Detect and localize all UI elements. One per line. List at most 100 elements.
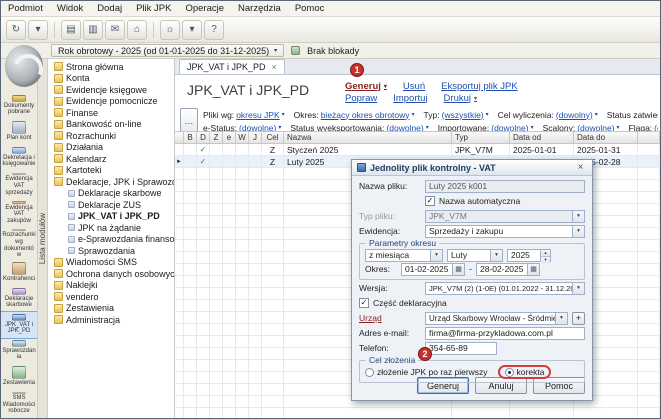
- column-header[interactable]: Nazwa: [284, 132, 452, 143]
- mail-icon[interactable]: ✉: [105, 20, 125, 40]
- delete-link[interactable]: Usuń: [403, 81, 425, 92]
- office-select[interactable]: Urząd Skarbowy Wrocław - Śródmieście ▾: [425, 312, 568, 325]
- module-item[interactable]: SMS Wiadomości robocze: [1, 390, 37, 418]
- refresh-icon[interactable]: ↻: [6, 20, 26, 40]
- tab-jpk[interactable]: JPK_VAT i JPK_PD ×: [179, 59, 285, 74]
- module-item[interactable]: Zestawienia: [1, 364, 37, 390]
- file-type-select[interactable]: JPK_V7M ▾: [425, 210, 585, 223]
- register-select[interactable]: Sprzedaży i zakupu ▾: [425, 225, 585, 238]
- auto-name-checkbox[interactable]: ✓: [425, 196, 435, 206]
- import-link[interactable]: Importuj: [393, 93, 427, 104]
- tree-item[interactable]: e-Sprawozdania finansowe: [48, 234, 174, 246]
- tree-item[interactable]: Bankowość on-line: [48, 119, 174, 131]
- column-header[interactable]: Z: [210, 132, 223, 143]
- tree-item[interactable]: Naklejki: [48, 280, 174, 292]
- export-link[interactable]: Eksportuj plik JPK: [441, 81, 518, 92]
- declaration-checkbox[interactable]: ✓: [359, 298, 369, 308]
- settings-dropdown-icon[interactable]: ▾: [182, 20, 202, 40]
- home-icon[interactable]: ⌂: [127, 20, 147, 40]
- dialog-titlebar[interactable]: Jednolity plik kontrolny - VAT ×: [352, 160, 592, 176]
- column-header[interactable]: B: [184, 132, 197, 143]
- nav-dropdown-icon[interactable]: ▾: [28, 20, 48, 40]
- help-icon[interactable]: ?: [204, 20, 224, 40]
- lock-status[interactable]: Brak blokady: [307, 46, 359, 56]
- file-name-input[interactable]: [425, 180, 585, 193]
- module-item[interactable]: Deklaracje skarbowe: [1, 286, 37, 312]
- tree-item[interactable]: Działania: [48, 142, 174, 154]
- add-office-button[interactable]: +: [572, 312, 585, 325]
- tree-item[interactable]: Sprawozdania: [48, 245, 174, 257]
- column-header[interactable]: e: [223, 132, 236, 143]
- module-item[interactable]: Kontrahenci: [1, 260, 37, 286]
- close-icon[interactable]: ×: [272, 62, 277, 72]
- month-select[interactable]: Luty ▾: [447, 249, 503, 262]
- filter-value[interactable]: okresu JPK: [236, 110, 279, 120]
- tree-item[interactable]: Ochrona danych osobowych: [48, 268, 174, 280]
- menu-item[interactable]: Narzędzia: [231, 2, 288, 15]
- fix-link[interactable]: Popraw: [345, 93, 377, 104]
- module-item[interactable]: Dekretacja i księgowanie: [1, 145, 37, 171]
- table-row[interactable]: ✓ZStyczeń 2025JPK_V7M2025-01-012025-01-3…: [175, 144, 660, 156]
- tree-item[interactable]: Deklaracje, JPK i Sprawozdania: [48, 176, 174, 188]
- tree-item[interactable]: Wiadomości SMS: [48, 257, 174, 269]
- tree-item[interactable]: JPK na żądanie: [48, 222, 174, 234]
- tree-item[interactable]: Deklaracje ZUS: [48, 199, 174, 211]
- tree-item[interactable]: vendero: [48, 291, 174, 303]
- date-from-input[interactable]: 01-02-2025 ▦: [401, 263, 465, 276]
- column-header[interactable]: Data do: [574, 132, 638, 143]
- tree-item[interactable]: JPK_VAT i JPK_PD: [48, 211, 174, 223]
- year-spinner[interactable]: 2025 ▴ ▾: [507, 249, 551, 262]
- print-link[interactable]: Drukuj▾: [444, 93, 477, 104]
- module-item[interactable]: Ewidencja VAT sprzedaży: [1, 171, 37, 199]
- tree-item[interactable]: Ewidencje księgowe: [48, 84, 174, 96]
- purpose-first-radio[interactable]: złożenie JPK po raz pierwszy: [365, 367, 488, 377]
- menu-item[interactable]: Widok: [50, 2, 90, 15]
- office-label[interactable]: Urząd: [359, 313, 421, 323]
- column-header[interactable]: D: [197, 132, 210, 143]
- menu-item[interactable]: Pomoc: [288, 2, 332, 15]
- fiscal-year-selector[interactable]: Rok obrotowy - 2025 (od 01-01-2025 do 31…: [51, 44, 284, 57]
- period-mode-select[interactable]: z miesiąca ▾: [365, 249, 443, 262]
- phone-input[interactable]: [425, 342, 497, 355]
- column-header[interactable]: Data od: [510, 132, 574, 143]
- filter-value[interactable]: (dowolny): [556, 110, 593, 120]
- column-header[interactable]: Typ: [452, 132, 510, 143]
- menu-item[interactable]: Podmiot: [1, 2, 50, 15]
- module-item[interactable]: JPK_VAT i JPK_PD: [1, 312, 37, 338]
- filter-value[interactable]: bieżący okres obrotowy: [321, 110, 410, 120]
- tree-item[interactable]: Finanse: [48, 107, 174, 119]
- tree-item[interactable]: Administracja: [48, 314, 174, 326]
- module-item[interactable]: Plan kont: [1, 119, 37, 145]
- column-header[interactable]: J: [249, 132, 262, 143]
- documents-icon[interactable]: ▤: [61, 20, 81, 40]
- spin-up-icon[interactable]: ▴: [541, 250, 550, 257]
- tree-item[interactable]: Strona główna: [48, 61, 174, 73]
- tree-item[interactable]: Ewidencje pomocnicze: [48, 96, 174, 108]
- tree-item[interactable]: Rozrachunki: [48, 130, 174, 142]
- settings-icon[interactable]: ☼: [160, 20, 180, 40]
- spin-down-icon[interactable]: ▾: [541, 257, 550, 263]
- module-item[interactable]: Ewidencja VAT zakupów: [1, 199, 37, 227]
- tree-item[interactable]: Konta: [48, 73, 174, 85]
- generate-link[interactable]: Generuj▾: [345, 81, 387, 92]
- module-item[interactable]: Rozrachunki wg dokumentów: [1, 227, 37, 260]
- reports-icon[interactable]: ▥: [83, 20, 103, 40]
- email-input[interactable]: [425, 327, 585, 340]
- tree-item[interactable]: Zestawienia: [48, 303, 174, 315]
- menu-item[interactable]: Dodaj: [90, 2, 129, 15]
- tree-item[interactable]: Kalendarz: [48, 153, 174, 165]
- menu-item[interactable]: Operacje: [178, 2, 231, 15]
- column-header[interactable]: Cel: [262, 132, 284, 143]
- calendar-icon[interactable]: ▦: [527, 264, 539, 275]
- version-select[interactable]: JPK_V7M (2) (1-0E) (01.01.2022 - 31.12.2…: [425, 282, 585, 295]
- close-icon[interactable]: ×: [574, 162, 587, 173]
- module-item[interactable]: Dokumenty pobrane: [1, 93, 37, 119]
- calendar-icon[interactable]: ▦: [452, 264, 464, 275]
- purpose-correction-radio[interactable]: korekta: [505, 367, 545, 377]
- column-header[interactable]: W: [236, 132, 249, 143]
- tree-item[interactable]: Deklaracje skarbowe: [48, 188, 174, 200]
- tree-item[interactable]: Kartoteki: [48, 165, 174, 177]
- menu-item[interactable]: Plik JPK: [129, 2, 178, 15]
- modules-collapse-tab[interactable]: Lista modułów: [38, 59, 48, 418]
- date-to-input[interactable]: 28-02-2025 ▦: [476, 263, 540, 276]
